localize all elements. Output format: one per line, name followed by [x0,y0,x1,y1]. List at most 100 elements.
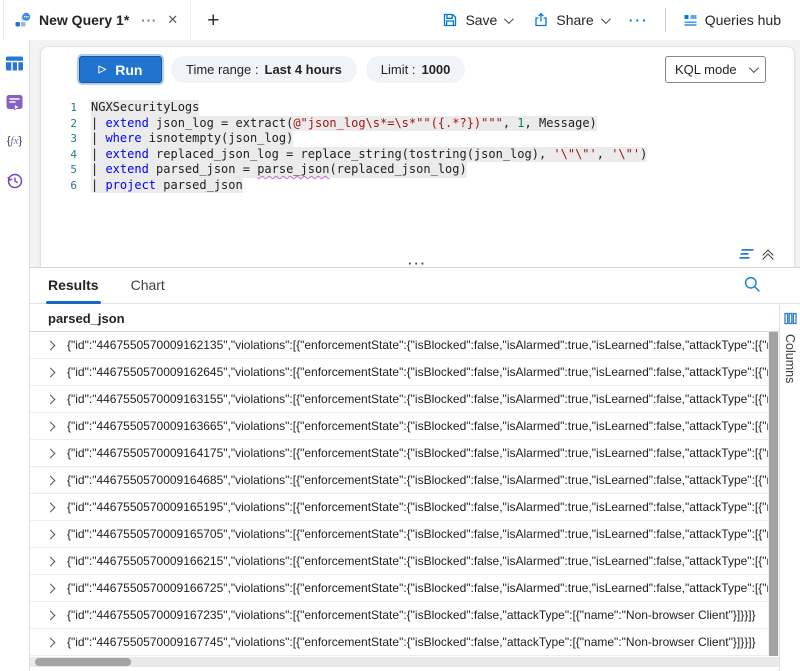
play-icon: ▷ [99,65,107,75]
share-label: Share [556,12,593,28]
row-json-value: {"id":"4467550570009164175","violations"… [67,446,768,460]
vertical-scrollbar[interactable] [768,332,779,656]
time-range-value: Last 4 hours [265,62,342,77]
columns-icon[interactable] [784,312,797,325]
code-line[interactable]: 6 | project parsed_json [41,178,790,194]
toolbar-divider [665,8,666,32]
collapse-editor-icon[interactable] [764,251,772,258]
tab-chart[interactable]: Chart [131,277,165,295]
results-grid: {"id":"4467550570009162135","violations"… [30,332,768,656]
line-number: 4 [41,147,77,163]
expand-row-chevron-icon[interactable] [46,637,56,647]
save-button[interactable]: Save [431,0,522,40]
vertical-scrollbar-thumb[interactable] [769,332,778,656]
columns-panel-label[interactable]: Columns [783,334,797,383]
expand-row-chevron-icon[interactable] [46,475,56,485]
expand-row-chevron-icon[interactable] [46,367,56,377]
grid-column-header[interactable]: parsed_json [30,305,779,332]
row-json-value: {"id":"4467550570009164685","violations"… [67,473,768,487]
code-line[interactable]: 5 | extend parsed_json = parse_json(repla… [41,162,790,178]
line-number: 6 [41,178,77,194]
table-row[interactable]: {"id":"4467550570009164685","violations"… [30,467,768,494]
expand-row-chevron-icon[interactable] [46,394,56,404]
pane-splitter-handle[interactable]: ··· [408,256,427,271]
code-text: NGXSecurityLogs [91,100,199,116]
row-json-value: {"id":"4467550570009163665","violations"… [67,419,768,433]
line-number: 1 [41,100,77,116]
expand-row-chevron-icon[interactable] [46,448,56,458]
row-json-value: {"id":"4467550570009162135","violations"… [67,338,768,352]
query-document-icon[interactable] [4,91,26,113]
limit-picker[interactable]: Limit : 1000 [366,56,466,83]
expand-row-chevron-icon[interactable] [46,340,56,350]
code-lines[interactable]: 1 NGXSecurityLogs 2 | extend json_log = ext… [41,100,790,193]
table-row[interactable]: {"id":"4467550570009164175","violations"… [30,440,768,467]
column-header-label: parsed_json [48,311,125,326]
row-json-value: {"id":"4467550570009167745","violations"… [67,635,768,649]
code-line[interactable]: 1 NGXSecurityLogs [41,100,790,116]
query-history-icon[interactable] [4,169,26,191]
tab-title: New Query 1* [39,12,129,28]
expand-row-chevron-icon[interactable] [46,529,56,539]
code-line[interactable]: 3| where isnotempty(json_log) [41,131,790,147]
table-row[interactable]: {"id":"4467550570009165195","violations"… [30,494,768,521]
table-row[interactable]: {"id":"4467550570009163155","violations"… [30,386,768,413]
tab-results[interactable]: Results [48,277,99,295]
code-text: | extend replaced_json_log = replace_str… [91,147,647,163]
more-options-button[interactable]: ··· [619,12,659,28]
limit-value: 1000 [421,62,450,77]
row-json-value: {"id":"4467550570009162645","violations"… [67,365,768,379]
queries-hub-label: Queries hub [705,12,781,28]
run-button[interactable]: ▷ Run [79,56,162,83]
results-tab-bar: Results Chart [30,268,800,304]
chevron-down-icon[interactable] [504,14,514,24]
horizontal-scrollbar[interactable] [30,657,779,667]
expand-row-chevron-icon[interactable] [46,421,56,431]
table-icon[interactable] [4,52,26,74]
expand-row-chevron-icon[interactable] [46,556,56,566]
table-row[interactable]: {"id":"4467550570009167235","violations"… [30,602,768,629]
table-row[interactable]: {"id":"4467550570009162645","violations"… [30,359,768,386]
code-text: | project parsed_json [91,178,243,194]
top-bar: New Query 1* ··· ✕ + Save [0,0,800,40]
functions-icon[interactable]: {fx} [4,130,26,152]
expand-row-chevron-icon[interactable] [46,583,56,593]
table-row[interactable]: {"id":"4467550570009166725","violations"… [30,575,768,602]
run-label: Run [115,62,142,78]
time-range-label: Time range : [186,62,259,77]
row-json-value: {"id":"4467550570009166215","violations"… [67,554,768,568]
new-tab-button[interactable]: + [207,10,219,31]
code-line[interactable]: 2 | extend json_log = extract(@"json_log\… [41,116,790,132]
tab-close-icon[interactable]: ✕ [167,12,178,28]
code-text: | extend parsed_json = parse_json(replac… [91,162,467,178]
chevron-down-icon[interactable] [601,14,611,24]
search-icon[interactable] [743,275,762,294]
save-label: Save [465,12,497,28]
expand-row-chevron-icon[interactable] [46,502,56,512]
code-line[interactable]: 4 | extend replaced_json_log = replace_st… [41,147,790,163]
kusto-query-icon [14,12,31,29]
kql-mode-dropdown[interactable]: KQL mode [665,56,766,83]
code-text: | extend json_log = extract(@"json_log\s… [91,116,597,132]
row-json-value: {"id":"4467550570009166725","violations"… [67,581,768,595]
expand-row-chevron-icon[interactable] [46,610,56,620]
code-text: | where isnotempty(json_log) [91,131,293,147]
share-button[interactable]: Share [522,0,618,40]
table-row[interactable]: {"id":"4467550570009163665","violations"… [30,413,768,440]
time-range-picker[interactable]: Time range : Last 4 hours [171,56,357,83]
results-panel: Results Chart parsed_json {"id":"4467550… [30,267,800,671]
table-row[interactable]: {"id":"4467550570009166215","violations"… [30,548,768,575]
table-row[interactable]: {"id":"4467550570009167745","violations"… [30,629,768,656]
line-number: 2 [41,116,77,132]
horizontal-scrollbar-thumb[interactable] [35,658,131,666]
tab-overflow-icon[interactable]: ··· [141,13,157,28]
row-json-value: {"id":"4467550570009165195","violations"… [67,500,768,514]
line-number: 5 [41,162,77,178]
topbar-actions: Save Share ··· [431,0,800,40]
kusto-web-explorer: New Query 1* ··· ✕ + Save [0,0,800,671]
queries-hub-button[interactable]: Queries hub [672,0,792,40]
table-row[interactable]: {"id":"4467550570009162135","violations"… [30,332,768,359]
query-tab[interactable]: New Query 1* ··· ✕ [3,0,191,40]
align-lines-icon[interactable] [738,248,755,261]
table-row[interactable]: {"id":"4467550570009165705","violations"… [30,521,768,548]
